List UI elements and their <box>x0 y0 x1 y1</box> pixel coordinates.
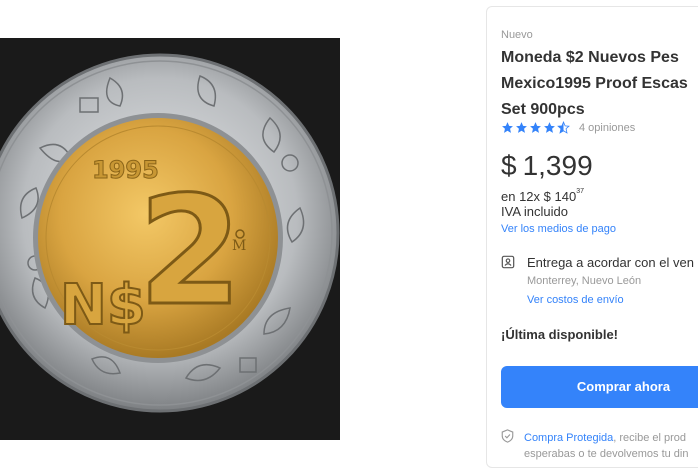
price-currency: $ <box>501 150 517 181</box>
star-icon <box>516 122 527 133</box>
product-title-line: Mexico1995 Proof Escas <box>501 75 688 92</box>
rating[interactable]: 4 opiniones <box>501 121 635 134</box>
shipping-costs-link[interactable]: Ver costos de envío <box>527 294 624 306</box>
star-icon <box>502 122 513 133</box>
rating-stars <box>501 121 571 134</box>
protection-text: Compra Protegida, recibe el prod esperab… <box>524 430 698 462</box>
stock-status: ¡Última disponible! <box>501 327 618 342</box>
payment-methods-link[interactable]: Ver los medios de pago <box>501 223 616 235</box>
coin-illustration: 1995 2 N$ M <box>0 38 340 440</box>
price: $1,399 <box>501 150 593 182</box>
condition-label: Nuevo <box>501 29 533 41</box>
reviews-count: 4 opiniones <box>579 121 636 134</box>
product-title-line: Set 900pcs <box>501 101 585 118</box>
delivery-location: Monterrey, Nuevo León <box>527 275 642 287</box>
product-image[interactable]: 1995 2 N$ M <box>0 38 340 440</box>
coin-denomination: 2 <box>138 165 242 339</box>
shield-check-icon <box>501 429 514 443</box>
product-title-line: Moneda $2 Nuevos Pes <box>501 49 679 66</box>
product-title: Moneda $2 Nuevos Pes Mexico1995 Proof Es… <box>501 45 698 123</box>
protection-line: Compra Protegida, recibe el prod <box>524 430 698 446</box>
star-half-icon <box>557 121 570 134</box>
installments: en 12x $ 14037 <box>501 188 584 204</box>
buy-now-button[interactable]: Comprar ahora <box>501 366 698 408</box>
coin-currency-symbol: N$ <box>60 273 146 338</box>
product-info-panel: Nuevo Moneda $2 Nuevos Pes Mexico1995 Pr… <box>486 6 698 468</box>
protection-line: esperabas o te devolvemos tu din <box>524 448 689 460</box>
installments-cents: 37 <box>576 188 584 195</box>
protection-line-text: , recibe el prod <box>613 432 687 444</box>
installments-text: en 12x $ 140 <box>501 189 577 204</box>
star-icon <box>544 122 555 133</box>
delivery-title: Entrega a acordar con el ven <box>527 255 694 270</box>
iva-label: IVA incluido <box>501 204 568 219</box>
star-icon <box>530 122 541 133</box>
coin-mint-mark: M <box>232 238 246 254</box>
protected-purchase-link[interactable]: Compra Protegida <box>524 432 613 444</box>
price-value: 1,399 <box>522 150 593 181</box>
person-card-icon <box>501 255 515 269</box>
